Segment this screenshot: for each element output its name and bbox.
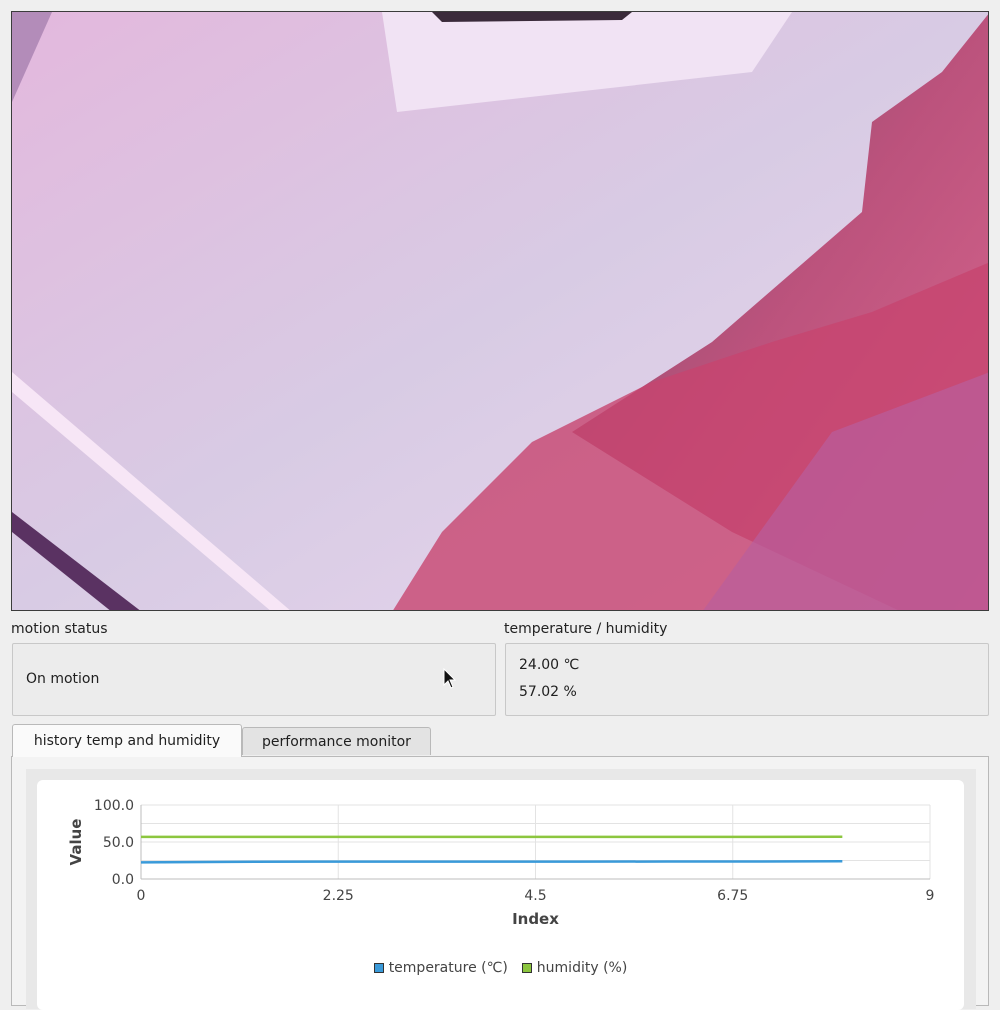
motion-status-box: On motion	[12, 643, 496, 716]
humidity-value: 57.02 %	[519, 684, 577, 700]
x-tick-label: 2.25	[323, 888, 354, 904]
history-chart: 0.0 50.0 100.0 0 2.25 4.5 6.75 9 Index Value temp…	[37, 780, 964, 1010]
series-line-0	[141, 861, 842, 862]
y-tick-label: 100.0	[94, 798, 134, 814]
y-tick-label: 50.0	[103, 835, 134, 851]
legend-item: humidity (%)	[522, 960, 628, 976]
y-axis-label: Value	[67, 819, 85, 866]
legend-label: humidity (%)	[537, 960, 628, 976]
camera-feed	[11, 11, 989, 611]
legend-swatch	[374, 963, 384, 973]
motion-status-value: On motion	[26, 671, 99, 687]
x-tick-label: 6.75	[717, 888, 748, 904]
y-tick-label: 0.0	[112, 872, 134, 888]
x-tick-label: 4.5	[524, 888, 546, 904]
chart-frame: 0.0 50.0 100.0 0 2.25 4.5 6.75 9 Index Value temp…	[26, 769, 976, 1009]
legend-label: temperature (℃)	[389, 960, 508, 976]
legend-item: temperature (℃)	[374, 960, 508, 976]
chart-legend: temperature (℃) humidity (%)	[37, 960, 964, 976]
camera-image	[12, 12, 989, 611]
tab-performance-monitor[interactable]: performance monitor	[242, 727, 431, 755]
x-tick-label: 0	[137, 888, 146, 904]
mouse-cursor-icon	[443, 668, 457, 690]
history-tab-pane: 0.0 50.0 100.0 0 2.25 4.5 6.75 9 Index Value temp…	[11, 756, 989, 1006]
x-tick-label: 9	[926, 888, 935, 904]
chart-svg: 0.0 50.0 100.0 0 2.25 4.5 6.75 9 Index Value	[37, 780, 964, 960]
temp-humidity-title: temperature / humidity	[504, 621, 667, 637]
temp-humidity-box: 24.00 ℃ 57.02 %	[505, 643, 989, 716]
legend-swatch	[522, 963, 532, 973]
temperature-value: 24.00 ℃	[519, 657, 579, 673]
x-axis-label: Index	[512, 910, 559, 928]
tab-history-temp-humidity[interactable]: history temp and humidity	[12, 724, 242, 757]
motion-status-title: motion status	[11, 621, 108, 637]
